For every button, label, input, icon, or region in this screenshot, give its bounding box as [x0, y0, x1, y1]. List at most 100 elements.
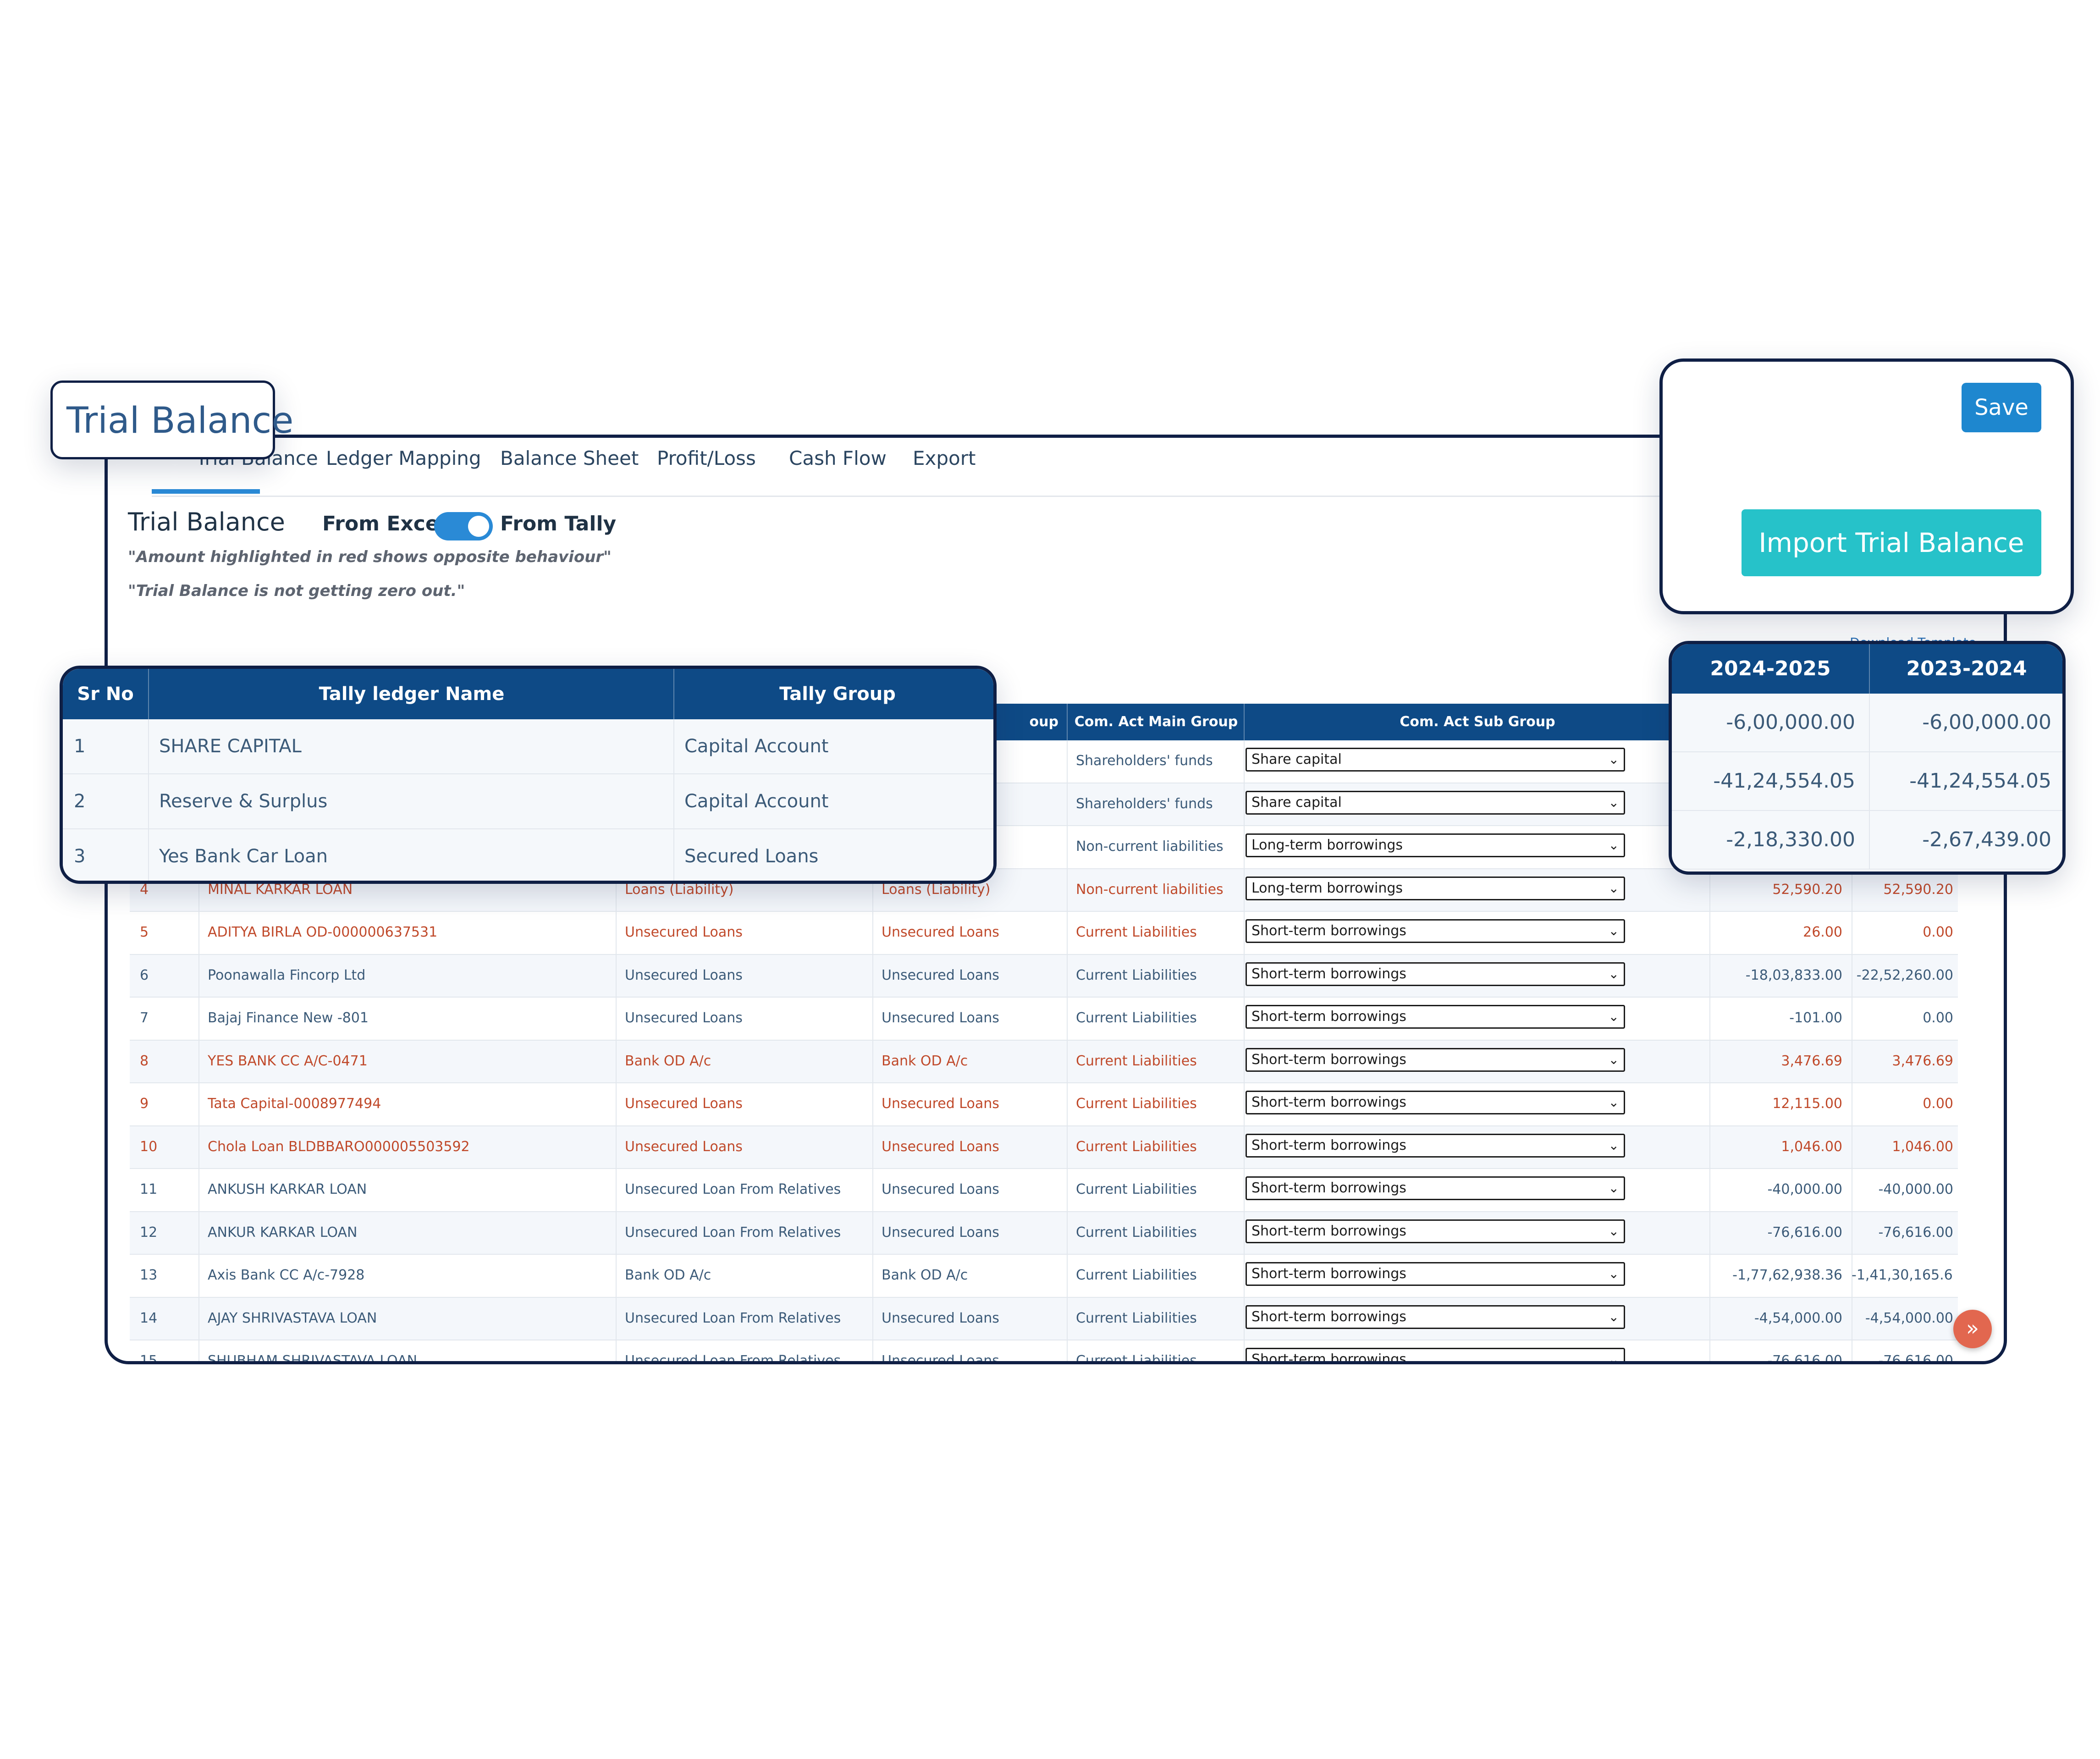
zoom-cell-group: Secured Loans	[684, 846, 819, 867]
column-divider	[673, 774, 674, 828]
column-divider	[1067, 1212, 1068, 1254]
cell-tally-group: Bank OD A/c	[625, 1267, 711, 1283]
sub-group-select[interactable]: Long-term borrowings ⌄	[1246, 833, 1625, 857]
sub-group-select-value: Short-term borrowings	[1251, 1180, 1406, 1196]
import-trial-balance-button[interactable]: Import Trial Balance	[1742, 509, 2041, 576]
zoom-cell-ledger: Reserve & Surplus	[159, 791, 328, 812]
cell-tally-group: Unsecured Loans	[625, 924, 743, 940]
column-divider	[616, 998, 617, 1040]
cell-sr: 8	[140, 1053, 149, 1069]
zoom-table-row: 2 Reserve & Surplus Capital Account	[63, 774, 993, 829]
zoom-cell-ledger: Yes Bank Car Loan	[159, 846, 328, 867]
sub-group-select[interactable]: Short-term borrowings ⌄	[1246, 1305, 1625, 1329]
cell-main-group: Current Liabilities	[1076, 1353, 1197, 1364]
column-divider	[1067, 740, 1068, 783]
table-row: 5 ADITYA BIRLA OD-000000637531 Unsecured L…	[130, 912, 1958, 955]
column-divider	[198, 998, 199, 1040]
sub-group-select[interactable]: Long-term borrowings ⌄	[1246, 876, 1625, 900]
sub-group-select-value: Short-term borrowings	[1251, 1137, 1406, 1153]
sub-group-select[interactable]: Short-term borrowings ⌄	[1246, 1091, 1625, 1114]
cell-ledger-name: AJAY SHRIVASTAVA LOAN	[208, 1310, 377, 1326]
chevron-down-icon: ⌄	[1608, 1009, 1619, 1024]
sub-group-select-value: Short-term borrowings	[1251, 1051, 1406, 1068]
sub-group-select[interactable]: Short-term borrowings ⌄	[1246, 962, 1625, 986]
tab-cash-flow[interactable]: Cash Flow	[789, 447, 887, 469]
cell-tally-subgroup: Unsecured Loans	[882, 967, 999, 983]
active-tab-indicator	[152, 489, 260, 494]
column-divider	[148, 829, 149, 881]
column-divider	[1067, 826, 1068, 868]
tab-ledger-mapping[interactable]: Ledger Mapping	[326, 447, 481, 469]
cell-amount-2024-2025: 26.00	[1803, 924, 1842, 940]
column-divider	[1067, 912, 1068, 954]
cell-sr: 5	[140, 924, 149, 940]
cell-amount-2024-2025: 3,476.69	[1781, 1053, 1842, 1069]
cell-ledger-name: Poonawalla Fincorp Ltd	[208, 967, 366, 983]
zoom-cell-ledger: SHARE CAPITAL	[159, 736, 302, 757]
sub-group-select[interactable]: Short-term borrowings ⌄	[1246, 919, 1625, 943]
column-divider	[1244, 1083, 1245, 1125]
column-divider	[198, 1169, 199, 1211]
cell-amount-2023-2024: -76,616.00	[1878, 1353, 1953, 1364]
column-divider	[616, 954, 617, 997]
sub-group-select[interactable]: Short-term borrowings ⌄	[1246, 1262, 1625, 1286]
cell-main-group: Current Liabilities	[1076, 924, 1197, 940]
cell-tally-subgroup: Unsecured Loans	[882, 1096, 999, 1112]
sub-group-select[interactable]: Short-term borrowings ⌄	[1246, 1176, 1625, 1200]
tab-bar: Trial Balance Ledger Mapping Balance She…	[152, 438, 1756, 497]
tab-profit-loss[interactable]: Profit/Loss	[657, 447, 756, 469]
sub-group-select[interactable]: Share capital ⌄	[1246, 790, 1625, 815]
column-divider	[616, 1126, 617, 1168]
cell-main-group: Current Liabilities	[1076, 1267, 1197, 1283]
column-divider	[872, 1212, 873, 1254]
column-divider	[198, 954, 199, 997]
column-divider	[1067, 998, 1068, 1040]
cell-sr: 11	[140, 1181, 158, 1197]
switch-label-tally: From Tally	[500, 512, 617, 535]
save-button[interactable]: Save	[1962, 383, 2041, 432]
tag-title: Trial Balance	[66, 400, 294, 441]
cell-ledger-name: ANKUR KARKAR LOAN	[208, 1224, 358, 1241]
column-divider	[872, 1040, 873, 1082]
cell-amount-2023-2024: -40,000.00	[1878, 1181, 1953, 1197]
cell-ledger-name: Chola Loan BLDBBARO000005503592	[208, 1138, 470, 1155]
cell-ledger-name: SHUBHAM SHRIVASTAVA LOAN	[208, 1353, 418, 1364]
tab-export[interactable]: Export	[913, 447, 976, 469]
sub-group-select-value: Short-term borrowings	[1251, 1266, 1406, 1282]
cell-main-group: Non-current liabilities	[1076, 881, 1224, 898]
action-callout: Save Import Trial Balance	[1659, 358, 2074, 614]
tab-balance-sheet[interactable]: Balance Sheet	[500, 447, 639, 469]
sub-group-select[interactable]: Share capital ⌄	[1246, 748, 1625, 772]
sub-group-select-value: Short-term borrowings	[1251, 923, 1406, 939]
sub-group-select[interactable]: Short-term borrowings ⌄	[1246, 1048, 1625, 1072]
cell-tally-group: Unsecured Loan From Relatives	[625, 1181, 841, 1197]
column-divider	[1244, 998, 1245, 1040]
cell-tally-group: Unsecured Loan From Relatives	[625, 1224, 841, 1241]
column-divider	[1067, 1126, 1068, 1168]
year-header: 2024-2025 2023-2024	[1672, 644, 2062, 694]
sub-group-select[interactable]: Short-term borrowings ⌄	[1246, 1133, 1625, 1158]
column-divider	[198, 1340, 199, 1361]
column-divider	[148, 774, 149, 828]
cell-amount-2023-2024: -22,52,260.00	[1856, 967, 1953, 983]
cell-amount-2023-2024: -76,616.00	[1878, 1224, 1953, 1241]
chevron-down-icon: ⌄	[1608, 1223, 1619, 1239]
column-divider	[1244, 869, 1245, 911]
cell-sr: 6	[140, 967, 149, 983]
column-divider	[616, 1040, 617, 1082]
double-chevron-up-icon: »	[1966, 1316, 1979, 1340]
cell-tally-group: Unsecured Loan From Relatives	[625, 1353, 841, 1364]
scroll-to-top-button[interactable]: »	[1953, 1310, 1992, 1348]
column-divider	[872, 1126, 873, 1168]
chevron-down-icon: ⌄	[1608, 1266, 1619, 1281]
chevron-down-icon: ⌄	[1608, 1352, 1619, 1364]
chevron-down-icon: ⌄	[1608, 838, 1619, 853]
source-toggle-switch[interactable]	[434, 512, 493, 540]
sub-group-select[interactable]: Short-term borrowings ⌄	[1246, 1005, 1625, 1029]
sub-group-select-value: Short-term borrowings	[1251, 1223, 1406, 1239]
cell-tally-subgroup: Bank OD A/c	[882, 1053, 968, 1069]
chevron-down-icon: ⌄	[1608, 794, 1619, 810]
chevron-down-icon: ⌄	[1608, 1052, 1619, 1067]
sub-group-select[interactable]: Short-term borrowings ⌄	[1246, 1348, 1625, 1364]
sub-group-select[interactable]: Short-term borrowings ⌄	[1246, 1219, 1625, 1243]
